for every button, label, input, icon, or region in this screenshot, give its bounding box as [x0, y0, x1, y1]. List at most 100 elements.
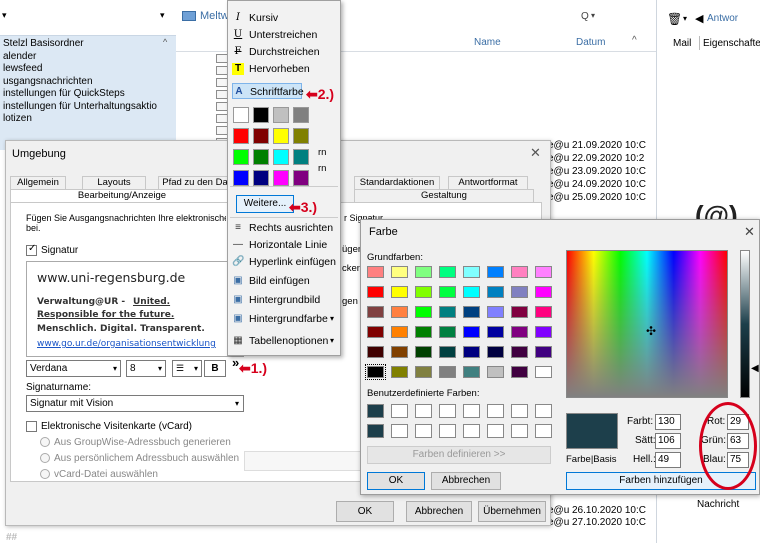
mail-row[interactable]: e@u 22.09.2020 10:2: [548, 153, 658, 165]
color-swatch[interactable]: [253, 170, 269, 186]
menu-item[interactable]: — Horizontale Linie: [232, 237, 338, 253]
vcard-checkbox[interactable]: [26, 421, 37, 432]
farbe-ok-button[interactable]: OK: [367, 472, 425, 490]
color-swatch[interactable]: [233, 170, 249, 186]
dropdown-arrow-icon[interactable]: ▾: [160, 10, 165, 21]
apply-button[interactable]: Übernehmen: [478, 501, 546, 522]
menu-item-schriftfarbe[interactable]: A Schriftfarbe: [232, 83, 304, 99]
color-spectrum[interactable]: ✣: [566, 250, 728, 398]
luminance-slider[interactable]: [740, 250, 750, 398]
basic-color-swatch[interactable]: [463, 326, 480, 338]
tab-mail[interactable]: Mail: [673, 38, 691, 49]
mail-row[interactable]: e@u 24.09.2020 10:C: [548, 179, 658, 191]
color-swatch[interactable]: [293, 149, 309, 165]
trash-icon[interactable]: 🗑: [667, 12, 682, 26]
basic-color-swatch[interactable]: [463, 286, 480, 298]
basic-color-swatch[interactable]: [367, 286, 384, 298]
folder-item[interactable]: alender: [3, 51, 163, 63]
basic-color-swatch[interactable]: [487, 266, 504, 278]
collapse-arrow-icon[interactable]: ▾: [2, 10, 7, 21]
close-icon[interactable]: ✕: [744, 224, 755, 240]
ok-button[interactable]: OK: [336, 501, 394, 522]
basic-color-swatch[interactable]: [415, 286, 432, 298]
search-icon[interactable]: Q: [581, 11, 589, 22]
signame-select[interactable]: Signatur mit Vision ▾: [26, 395, 244, 412]
color-swatch[interactable]: [233, 107, 249, 123]
basic-color-swatch[interactable]: [439, 266, 456, 278]
basic-color-swatch[interactable]: [391, 346, 408, 358]
vcard-radio-1[interactable]: [40, 437, 50, 447]
basic-color-swatch[interactable]: [439, 326, 456, 338]
color-swatch[interactable]: [273, 128, 289, 144]
color-swatch[interactable]: [233, 149, 249, 165]
basic-color-swatch[interactable]: [439, 366, 456, 378]
cancel-button[interactable]: Abbrechen: [406, 501, 472, 522]
basic-color-swatch[interactable]: [439, 286, 456, 298]
signatur-checkbox[interactable]: ✓: [26, 243, 37, 256]
basic-color-swatch[interactable]: [439, 346, 456, 358]
basic-color-swatch[interactable]: [511, 306, 528, 318]
color-swatch[interactable]: [273, 107, 289, 123]
basic-color-swatch[interactable]: [367, 306, 384, 318]
custom-color-swatch[interactable]: [391, 404, 408, 418]
menu-item[interactable]: 🔗 Hyperlink einfügen: [232, 254, 338, 270]
custom-color-swatch[interactable]: [415, 424, 432, 438]
basic-color-swatch[interactable]: [463, 366, 480, 378]
basic-color-swatch[interactable]: [391, 266, 408, 278]
basic-color-swatch[interactable]: [365, 364, 386, 380]
color-swatch[interactable]: [273, 170, 289, 186]
sat-field[interactable]: 106: [655, 433, 681, 449]
custom-color-swatch[interactable]: [511, 424, 528, 438]
custom-color-swatch[interactable]: [487, 404, 504, 418]
basic-color-swatch[interactable]: [535, 326, 552, 338]
vcard-radio-3[interactable]: [40, 469, 50, 479]
font-select[interactable]: Verdana ▾: [26, 360, 121, 377]
basic-color-swatch[interactable]: [415, 346, 432, 358]
mail-row[interactable]: e@u 25.09.2020 10:C: [548, 192, 658, 204]
reply-button[interactable]: Antwor: [707, 13, 738, 24]
custom-color-swatch[interactable]: [535, 424, 552, 438]
basic-color-swatch[interactable]: [511, 326, 528, 338]
tab-bearbeitung[interactable]: Bearbeitung/Anzeige: [10, 189, 234, 202]
basic-color-swatch[interactable]: [415, 366, 432, 378]
custom-color-swatch[interactable]: [439, 424, 456, 438]
color-swatch[interactable]: [233, 128, 249, 144]
tab-standardaktionen[interactable]: Standardaktionen: [354, 176, 440, 189]
basic-color-swatch[interactable]: [463, 306, 480, 318]
signature-editor[interactable]: www.uni-regensburg.de Verwaltung@UR - Un…: [26, 261, 244, 357]
tab-layouts[interactable]: Layouts: [82, 176, 146, 189]
basic-color-swatch[interactable]: [391, 306, 408, 318]
basic-color-swatch[interactable]: [535, 366, 552, 378]
menu-item[interactable]: ▦ Tabellenoptionen ▾: [232, 333, 338, 349]
basic-color-swatch[interactable]: [487, 286, 504, 298]
basic-color-swatch[interactable]: [391, 366, 408, 378]
trash-dropdown-icon[interactable]: ▾: [683, 14, 687, 23]
basic-color-swatch[interactable]: [487, 366, 504, 378]
basic-color-swatch[interactable]: [511, 346, 528, 358]
folder-item[interactable]: instellungen für Unterhaltungsaktio: [3, 101, 163, 113]
menu-item[interactable]: ≡ Rechts ausrichten: [232, 220, 338, 236]
menu-item[interactable]: ▣ Hintergrundfarbe ▾: [232, 311, 338, 327]
bold-button[interactable]: B: [204, 360, 226, 377]
color-swatch[interactable]: [253, 149, 269, 165]
basic-color-swatch[interactable]: [511, 286, 528, 298]
custom-color-swatch[interactable]: [487, 424, 504, 438]
mail-row[interactable]: e@u 21.09.2020 10:C: [548, 140, 658, 152]
custom-color-swatch[interactable]: [511, 404, 528, 418]
hue-field[interactable]: 130: [655, 414, 681, 430]
color-swatch[interactable]: [253, 107, 269, 123]
custom-color-swatch[interactable]: [391, 424, 408, 438]
basic-color-swatch[interactable]: [463, 266, 480, 278]
custom-color-swatch[interactable]: [439, 404, 456, 418]
custom-color-swatch[interactable]: [463, 424, 480, 438]
tab-gestaltung[interactable]: Gestaltung: [354, 189, 534, 202]
menu-item[interactable]: ▣ Bild einfügen: [232, 273, 338, 289]
luminance-pointer-icon[interactable]: ◀: [751, 363, 759, 374]
column-date[interactable]: Datum: [576, 37, 605, 48]
custom-color-swatch[interactable]: [463, 404, 480, 418]
basic-color-swatch[interactable]: [391, 286, 408, 298]
tab-antwortformat[interactable]: Antwortformat: [448, 176, 528, 189]
define-colors-button[interactable]: Farben definieren >>: [367, 446, 551, 464]
basic-color-swatch[interactable]: [511, 266, 528, 278]
lum-field[interactable]: 49: [655, 452, 681, 468]
